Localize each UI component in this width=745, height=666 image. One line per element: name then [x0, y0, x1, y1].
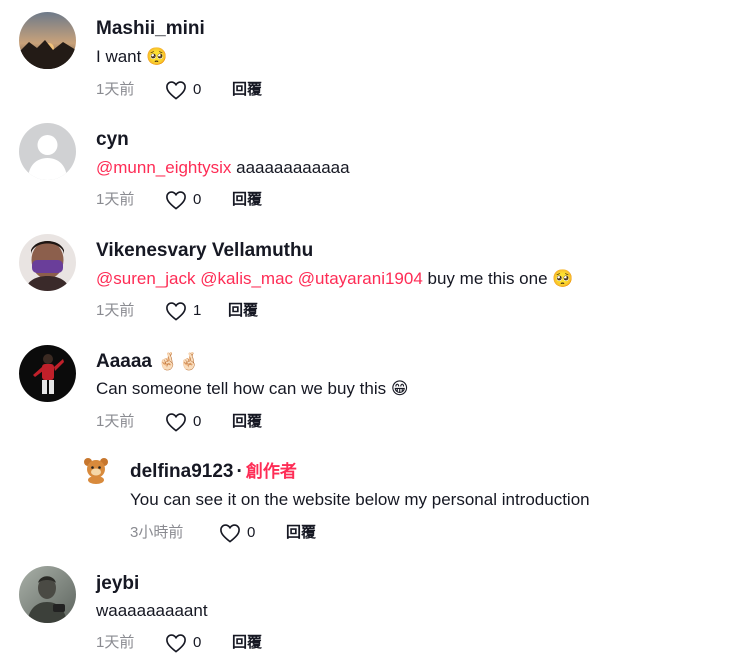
comment-username[interactable]: Mashii_mini: [96, 18, 205, 40]
pleading-face-emoji: 🥺: [146, 47, 168, 66]
crossed-fingers-emoji: 🤞🏻🤞🏻: [157, 352, 200, 371]
like-count: 0: [193, 191, 202, 208]
comment-text: waaaaaaaaant: [96, 601, 208, 620]
avatar[interactable]: [82, 456, 110, 484]
comment-text: @suren_jack @kalis_mac @utayarani1904 bu…: [96, 268, 573, 290]
separator-dot: ·: [236, 461, 243, 482]
comment-username[interactable]: Vikenesvary Vellamuthu: [96, 240, 313, 262]
comment-time: 1天前: [96, 302, 135, 319]
comment-username[interactable]: Aaaaa 🤞🏻🤞🏻: [96, 351, 200, 373]
like-button[interactable]: 1: [165, 301, 201, 321]
grinning-face-emoji: 😁: [390, 379, 409, 398]
username-text: Aaaaa: [96, 351, 152, 372]
comment-time: 3小時前: [130, 524, 184, 541]
comment-text: I want 🥺: [96, 46, 167, 68]
like-count: 1: [193, 302, 202, 319]
like-count: 0: [193, 81, 202, 98]
heart-icon: [166, 634, 186, 653]
reply-button[interactable]: 回覆: [232, 190, 262, 210]
comment-body: aaaaaaaaaaaa: [231, 158, 350, 177]
avatar[interactable]: [19, 345, 76, 402]
comment-time: 1天前: [96, 413, 135, 430]
comment-text: Can someone tell how can we buy this 😁: [96, 378, 409, 400]
avatar[interactable]: [19, 566, 76, 623]
heart-icon: [166, 191, 186, 210]
like-button[interactable]: 0: [165, 190, 201, 210]
like-button[interactable]: 0: [165, 80, 201, 100]
comment-username[interactable]: cyn: [96, 129, 129, 151]
comment-body: I want: [96, 47, 147, 66]
comment-username[interactable]: jeybi: [96, 573, 139, 595]
reply-button[interactable]: 回覆: [232, 412, 262, 432]
comment-time: 1天前: [96, 81, 135, 98]
mention-link[interactable]: @suren_jack: [96, 269, 195, 288]
comment-body: Can someone tell how can we buy this: [96, 379, 391, 398]
avatar[interactable]: [19, 12, 76, 69]
heart-icon: [166, 413, 186, 432]
comment-time: 1天前: [96, 191, 135, 208]
like-button[interactable]: 0: [219, 523, 255, 543]
heart-icon: [166, 81, 186, 100]
reply-button[interactable]: 回覆: [286, 523, 316, 543]
heart-icon: [220, 524, 240, 543]
creator-badge: 創作者: [245, 462, 297, 481]
mention-link[interactable]: @kalis_mac: [200, 269, 293, 288]
comment-time: 1天前: [96, 634, 135, 651]
like-button[interactable]: 0: [165, 412, 201, 432]
like-count: 0: [193, 413, 202, 430]
comment-body: buy me this one: [422, 269, 553, 288]
comment-text: @munn_eightysix aaaaaaaaaaaa: [96, 157, 350, 179]
pleading-face-emoji: 🥺: [552, 269, 574, 288]
reply-button[interactable]: 回覆: [232, 80, 262, 100]
reply-username[interactable]: delfina9123 · 創作者: [130, 461, 297, 483]
like-count: 0: [193, 634, 202, 651]
mention-link[interactable]: @munn_eightysix: [96, 158, 231, 177]
like-button[interactable]: 0: [165, 633, 201, 653]
like-count: 0: [247, 524, 256, 541]
reply-button[interactable]: 回覆: [228, 301, 258, 321]
mention-link[interactable]: @utayarani1904: [298, 269, 423, 288]
reply-button[interactable]: 回覆: [232, 633, 262, 653]
username-text: delfina9123: [130, 461, 234, 482]
avatar[interactable]: [19, 234, 76, 291]
avatar[interactable]: [19, 123, 76, 180]
comment-text: You can see it on the website below my p…: [130, 490, 590, 509]
heart-icon: [166, 302, 186, 321]
